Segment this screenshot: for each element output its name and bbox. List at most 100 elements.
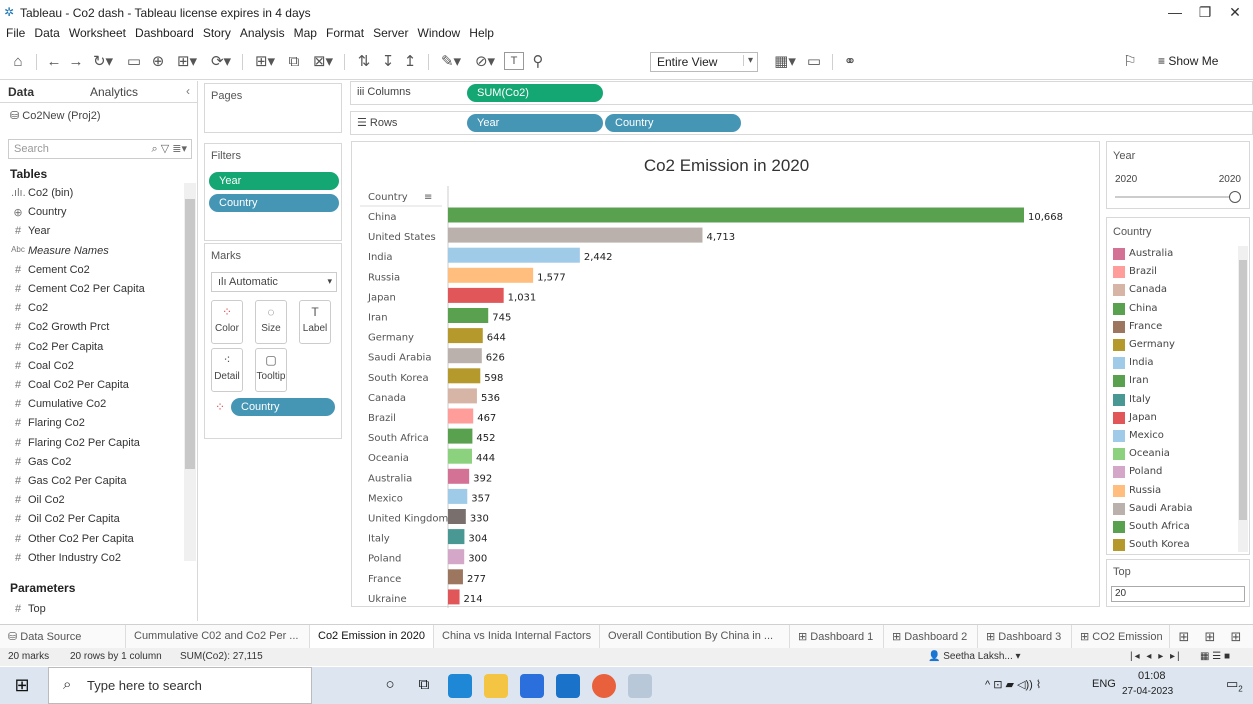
show-cards-icon[interactable]: ▦▾ — [770, 52, 800, 72]
redo-icon[interactable]: ↻▾ — [88, 52, 118, 72]
datasource-item[interactable]: ⛁ Co2New (Proj2) — [10, 109, 101, 122]
tooltip-button[interactable]: ▢ Tooltip — [255, 348, 287, 392]
tab-overall-contribution[interactable]: Overall Contibution By China in ... — [600, 625, 790, 649]
color-button[interactable]: ⁘ Color — [211, 300, 243, 344]
bar[interactable] — [448, 287, 504, 303]
field-item[interactable]: Cumulative Co2 — [28, 398, 106, 416]
collapse-icon[interactable]: ‹ — [186, 84, 190, 98]
chrome-icon[interactable] — [592, 674, 616, 698]
refresh-icon[interactable]: ⟳▾ — [206, 52, 236, 72]
search-filter-icon[interactable]: ⌕ ▽ ≣▾ — [152, 142, 187, 156]
bar[interactable] — [448, 267, 534, 283]
field-item[interactable]: Cement Co2 Per Capita — [28, 283, 145, 301]
minimize-icon[interactable]: — — [1160, 4, 1190, 22]
clock-time[interactable]: 01:08 — [1138, 670, 1166, 682]
search-input[interactable]: Search ⌕ ▽ ≣▾ — [8, 139, 192, 159]
taskbar-search[interactable]: ⌕ Type here to search — [48, 667, 312, 704]
show-labels-icon[interactable]: T — [504, 52, 524, 70]
menu-data[interactable]: Data — [34, 26, 59, 40]
task-view-icon[interactable]: ⧉ — [412, 675, 436, 695]
field-item[interactable]: Oil Co2 — [28, 494, 65, 512]
forward-icon[interactable]: → — [66, 52, 86, 72]
marks-pill-country[interactable]: Country — [231, 398, 335, 416]
duplicate-icon[interactable]: ⧉ — [284, 52, 304, 72]
rows-pill-country[interactable]: Country — [605, 114, 741, 132]
windows-start-icon[interactable]: ⊞ — [10, 675, 34, 695]
field-item[interactable]: Flaring Co2 — [28, 417, 85, 435]
tableau-taskbar-icon[interactable] — [628, 674, 652, 698]
clear-sheet-icon[interactable]: ⊠▾ — [308, 52, 338, 72]
field-item[interactable]: Gas Co2 — [28, 456, 71, 474]
tab-china-vs-india[interactable]: China vs Inida Internal Factors — [434, 625, 600, 649]
bar[interactable] — [448, 328, 483, 344]
field-item[interactable]: Gas Co2 Per Capita — [28, 475, 126, 493]
file-explorer-icon[interactable] — [484, 674, 508, 698]
tray-icons[interactable]: ^ ⊡ ▰ ◁)) ⌇ — [985, 678, 1041, 691]
field-item[interactable]: Oil Co2 Per Capita — [28, 513, 120, 531]
bar[interactable] — [448, 408, 474, 424]
field-item[interactable]: Co2 — [28, 302, 48, 320]
label-button[interactable]: T Label — [299, 300, 331, 344]
menu-help[interactable]: Help — [469, 26, 494, 40]
menu-worksheet[interactable]: Worksheet — [69, 26, 126, 40]
filter-pill-year[interactable]: Year — [209, 172, 339, 190]
bar[interactable] — [448, 308, 489, 323]
new-datasource-icon[interactable]: ⊕ — [148, 52, 168, 72]
rows-shelf[interactable]: ☰ Rows Year Country — [350, 111, 1253, 135]
new-worksheet-tab-icon[interactable]: ⊞ — [1174, 627, 1194, 647]
bar[interactable] — [448, 549, 465, 565]
field-item[interactable]: Co2 Growth Prct — [28, 321, 109, 339]
field-item[interactable]: Year — [28, 225, 50, 243]
fix-axes-icon[interactable]: ⚲ — [528, 52, 548, 72]
user-menu[interactable]: 👤 Seetha Laksh... ▾ — [928, 651, 1021, 662]
bar[interactable] — [448, 348, 482, 364]
field-item[interactable]: Other Industry Co2 — [28, 552, 121, 570]
bar[interactable] — [448, 529, 465, 545]
bar[interactable] — [448, 569, 463, 585]
menu-analysis[interactable]: Analysis — [240, 26, 285, 40]
field-item[interactable]: Co2 (bin) — [28, 187, 73, 205]
presentation-mode-icon[interactable]: ▭ — [804, 52, 824, 72]
bar[interactable] — [448, 227, 703, 243]
view-mode-icons[interactable]: ▦ ☰ ■ — [1200, 651, 1230, 662]
field-item[interactable]: Flaring Co2 Per Capita — [28, 437, 140, 455]
cortana-icon[interactable]: ○ — [378, 675, 402, 695]
edge-icon[interactable] — [448, 674, 472, 698]
field-item[interactable]: Measure Names — [28, 245, 109, 263]
notifications-icon[interactable]: ▭2 — [1226, 676, 1243, 694]
bar[interactable] — [448, 388, 477, 404]
scrollbar[interactable] — [184, 183, 196, 561]
new-story-tab-icon[interactable]: ⊞ — [1226, 627, 1246, 647]
detail-button[interactable]: ⁖ Detail — [211, 348, 243, 392]
top-parameter-input[interactable]: 20 — [1111, 586, 1245, 602]
field-item[interactable]: Coal Co2 Per Capita — [28, 379, 129, 397]
year-slider-track[interactable] — [1115, 196, 1239, 198]
pause-updates-icon[interactable]: ⊞▾ — [172, 52, 202, 72]
mail-icon[interactable] — [556, 674, 580, 698]
pages-card[interactable]: Pages — [204, 83, 342, 133]
pin-icon[interactable]: ⚐ — [1120, 52, 1140, 72]
bar[interactable] — [448, 368, 481, 384]
home-icon[interactable]: ⌂ — [8, 52, 28, 72]
show-me-button[interactable]: ≡ Show Me — [1158, 54, 1218, 68]
bar[interactable] — [448, 207, 1024, 223]
menu-map[interactable]: Map — [294, 26, 317, 40]
swap-icon[interactable]: ⇅ — [354, 52, 374, 72]
tab-data[interactable]: Data — [8, 85, 34, 99]
sort-desc-icon[interactable]: ↥ — [400, 52, 420, 72]
bar[interactable] — [448, 509, 466, 524]
menu-window[interactable]: Window — [418, 26, 461, 40]
filter-pill-country[interactable]: Country — [209, 194, 339, 212]
fit-dropdown[interactable]: Entire View ▾ — [650, 52, 758, 72]
group-icon[interactable]: ⊘▾ — [470, 52, 500, 72]
new-worksheet-icon[interactable]: ⊞▾ — [250, 52, 280, 72]
year-slider-handle[interactable] — [1229, 191, 1241, 203]
tab-dashboard-3[interactable]: ⊞ Dashboard 3 — [978, 625, 1072, 649]
tab-co2-emission-2020[interactable]: Co2 Emission in 2020 — [310, 625, 434, 649]
tab-dashboard-1[interactable]: ⊞ Dashboard 1 — [790, 625, 884, 649]
field-item[interactable]: Country — [28, 206, 67, 224]
tab-cumulative[interactable]: Cummulative C02 and Co2 Per ... — [126, 625, 310, 649]
save-icon[interactable]: ▭ — [124, 52, 144, 72]
close-icon[interactable]: ✕ — [1220, 4, 1250, 22]
rows-pill-year[interactable]: Year — [467, 114, 603, 132]
